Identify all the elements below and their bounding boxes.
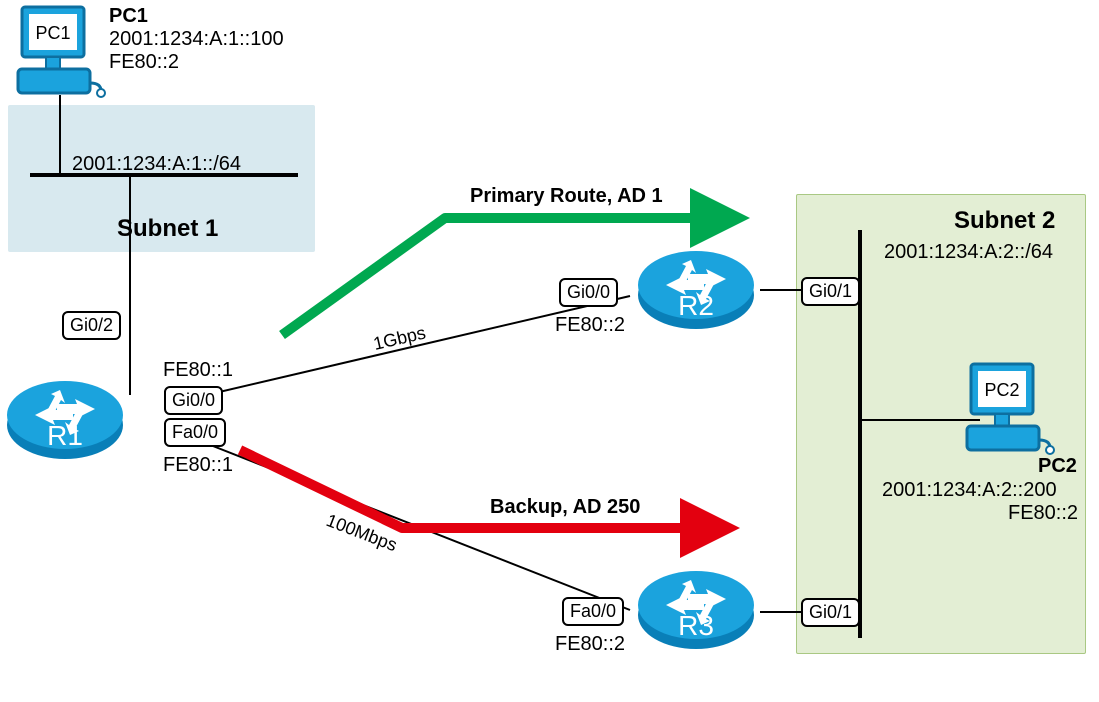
subnet1-prefix: 2001:1234:A:1::/64 [72, 152, 241, 177]
pc2-global-ip: 2001:1234:A:2::200 [882, 478, 1057, 503]
r3-fa00-ll: FE80::2 [555, 632, 625, 657]
r1-gi00-ll: FE80::1 [163, 358, 233, 383]
port-r1-fa00: Fa0/0 [164, 418, 226, 447]
pc1-icon: PC1 [16, 3, 106, 98]
router-r2-label: R2 [678, 290, 714, 322]
subnet1-title: Subnet 1 [117, 214, 218, 244]
port-r2-gi00: Gi0/0 [559, 278, 618, 307]
port-r1-gi00: Gi0/0 [164, 386, 223, 415]
subnet2-title: Subnet 2 [954, 206, 1055, 236]
port-r3-gi01: Gi0/1 [801, 598, 860, 627]
backup-route-label: Backup, AD 250 [490, 495, 640, 520]
backup-route-arrow [240, 450, 720, 528]
router-r3-label: R3 [678, 610, 714, 642]
port-r1-gi02: Gi0/2 [62, 311, 121, 340]
network-diagram: 1Gbps 100Mbps R1 [0, 0, 1099, 702]
port-r2-gi01: Gi0/1 [801, 277, 860, 306]
pc1-global-ip: 2001:1234:A:1::100 [109, 27, 284, 52]
pc2-title: PC2 [1038, 454, 1077, 479]
pc1-title: PC1 [109, 4, 148, 29]
router-r3: R3 [636, 565, 756, 651]
pc1-small-label: PC1 [35, 23, 70, 43]
primary-route-label: Primary Route, AD 1 [470, 184, 663, 209]
subnet2-prefix: 2001:1234:A:2::/64 [884, 240, 1053, 265]
r2-gi00-ll: FE80::2 [555, 313, 625, 338]
port-r3-fa00: Fa0/0 [562, 597, 624, 626]
router-r1: R1 [5, 375, 125, 461]
pc2-icon: PC2 [965, 360, 1055, 455]
router-r1-label: R1 [47, 420, 83, 452]
pc2-ll-ip: FE80::2 [1008, 501, 1078, 526]
r1-fa00-ll: FE80::1 [163, 453, 233, 478]
pc1-ll-ip: FE80::2 [109, 50, 179, 75]
router-r2: R2 [636, 245, 756, 331]
pc2-small-label: PC2 [984, 380, 1019, 400]
route-arrows [0, 0, 1099, 702]
